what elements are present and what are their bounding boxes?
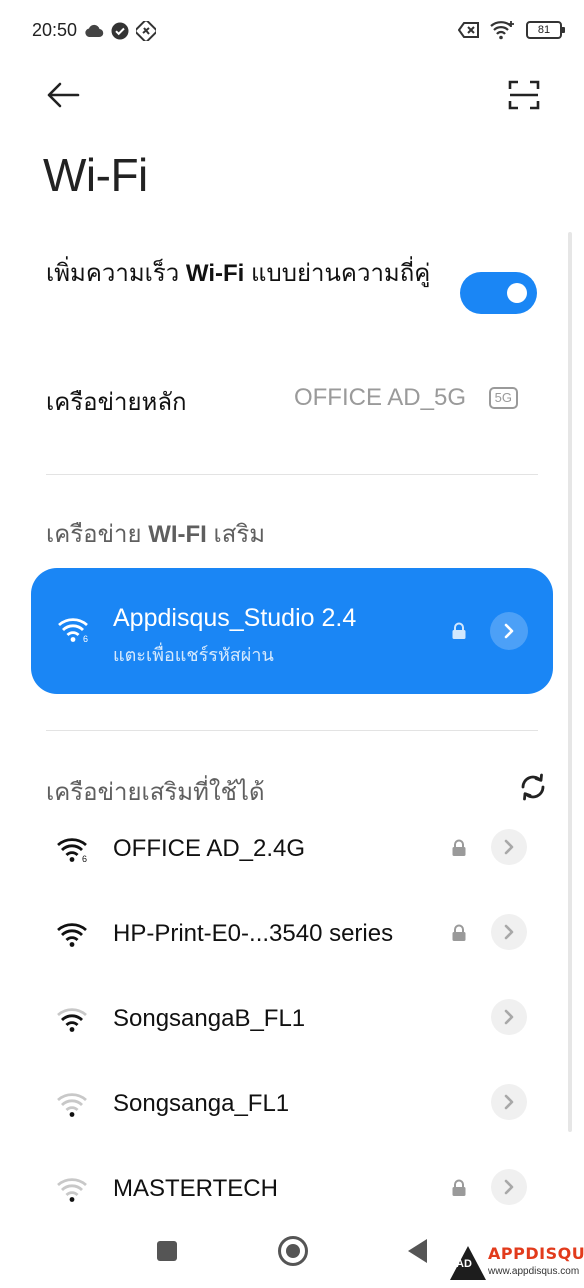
svg-text:6: 6 [82, 854, 87, 863]
battery-level: 81 [537, 24, 551, 36]
network-item[interactable]: 6 OFFICE AD_2.4G [0, 815, 584, 900]
watermark-logo: APPDISQUS [488, 1244, 584, 1263]
secondary-title-before: เครือข่าย [46, 521, 149, 548]
network-item[interactable]: 6 SongsangaB_FL1 [0, 985, 584, 1070]
wifi-signal-icon: 6 [57, 923, 87, 947]
active-network-details-button[interactable] [490, 612, 528, 650]
chevron-right-icon [504, 924, 514, 940]
network-name: MASTERTECH [113, 1175, 278, 1202]
page-title: Wi-Fi [43, 149, 148, 201]
cloud-icon [85, 24, 104, 38]
boost-text-before: เพิ่มความเร็ว [46, 260, 186, 287]
lock-icon [452, 839, 466, 856]
wifi-6-signal-icon [490, 21, 514, 40]
network-item[interactable]: 6 Songsanga_FL1 [0, 1070, 584, 1155]
network-details-button[interactable] [491, 1084, 527, 1120]
qr-scan-icon [508, 80, 540, 110]
lock-icon [452, 622, 466, 639]
sim-off-icon [458, 22, 479, 38]
divider [46, 730, 538, 731]
secondary-title-bold: WI-FI [148, 521, 207, 548]
boost-text-after: แบบย่านความถี่คู่ [244, 260, 431, 287]
chevron-right-icon [504, 839, 514, 855]
refresh-button[interactable] [516, 770, 550, 804]
watermark: AD APPDISQUS www.appdisqus.com [448, 1244, 584, 1284]
network-details-button[interactable] [491, 914, 527, 950]
nav-back-button[interactable] [408, 1239, 427, 1263]
battery-icon: 81 [526, 21, 565, 39]
home-button[interactable] [278, 1236, 308, 1266]
status-time: 20:50 [32, 20, 78, 40]
chevron-right-icon [504, 1094, 514, 1110]
dual-band-boost-row[interactable]: เพิ่มความเร็ว Wi-Fi แบบย่านความถี่คู่ [46, 256, 546, 336]
lock-icon [452, 924, 466, 941]
divider [46, 474, 538, 475]
network-details-button[interactable] [491, 1169, 527, 1205]
active-network-card[interactable]: 6 Appdisqus_Studio 2.4 แตะเพื่อแชร์รหัสผ… [31, 568, 553, 694]
active-network-name: Appdisqus_Studio 2.4 [113, 604, 357, 632]
svg-text:6: 6 [83, 634, 88, 644]
status-right-icons: 81 [458, 20, 565, 40]
network-details-button[interactable] [491, 829, 527, 865]
available-networks-title: เครือข่ายเสริมที่ใช้ได้ [46, 779, 265, 806]
wifi-signal-icon: 6 [57, 1008, 87, 1032]
lock-icon [452, 1179, 466, 1196]
band-5g-badge: 5G [488, 387, 518, 409]
network-name: HP-Print-E0-...3540 series [113, 920, 394, 947]
arrow-left-icon [47, 82, 80, 108]
nfc-icon [136, 21, 156, 41]
primary-network-label: เครือข่ายหลัก [46, 389, 187, 416]
network-name: Songsanga_FL1 [113, 1090, 290, 1117]
chevron-right-icon [504, 1009, 514, 1025]
status-bar: 20:50 81 [0, 0, 584, 62]
check-circle-icon [111, 22, 129, 40]
watermark-url: www.appdisqus.com [488, 1266, 580, 1277]
toggle-knob [507, 283, 527, 303]
primary-network-row[interactable]: เครือข่ายหลัก OFFICE AD_5G 5G [46, 374, 538, 422]
back-button[interactable] [40, 74, 86, 116]
network-name: SongsangaB_FL1 [113, 1005, 306, 1032]
recents-button[interactable] [157, 1241, 177, 1261]
watermark-badge-text: AD [456, 1258, 472, 1270]
status-left-icons [84, 21, 156, 41]
primary-network-value: OFFICE AD_5G [293, 384, 466, 411]
network-name: OFFICE AD_2.4G [113, 835, 306, 862]
active-network-subtitle: แตะเพื่อแชร์รหัสผ่าน [113, 645, 274, 665]
wifi-signal-icon: 6 [57, 1093, 87, 1117]
chevron-right-icon [504, 623, 514, 639]
wifi-signal-icon: 6 [57, 1178, 87, 1202]
dual-band-boost-label: เพิ่มความเร็ว Wi-Fi แบบย่านความถี่คู่ [46, 256, 442, 292]
wifi-signal-icon: 6 [57, 838, 87, 863]
network-item[interactable]: 6 HP-Print-E0-...3540 series [0, 900, 584, 985]
scan-qr-button[interactable] [500, 72, 548, 118]
refresh-icon [521, 773, 545, 801]
wifi-6-icon: 6 [58, 618, 88, 644]
network-details-button[interactable] [491, 999, 527, 1035]
chevron-right-icon [504, 1179, 514, 1195]
secondary-wifi-section-title: เครือข่าย WI-FI เสริม [46, 514, 265, 553]
dual-band-boost-toggle[interactable] [460, 272, 537, 314]
boost-text-bold: Wi-Fi [185, 260, 245, 287]
secondary-title-after: เสริม [206, 521, 266, 548]
